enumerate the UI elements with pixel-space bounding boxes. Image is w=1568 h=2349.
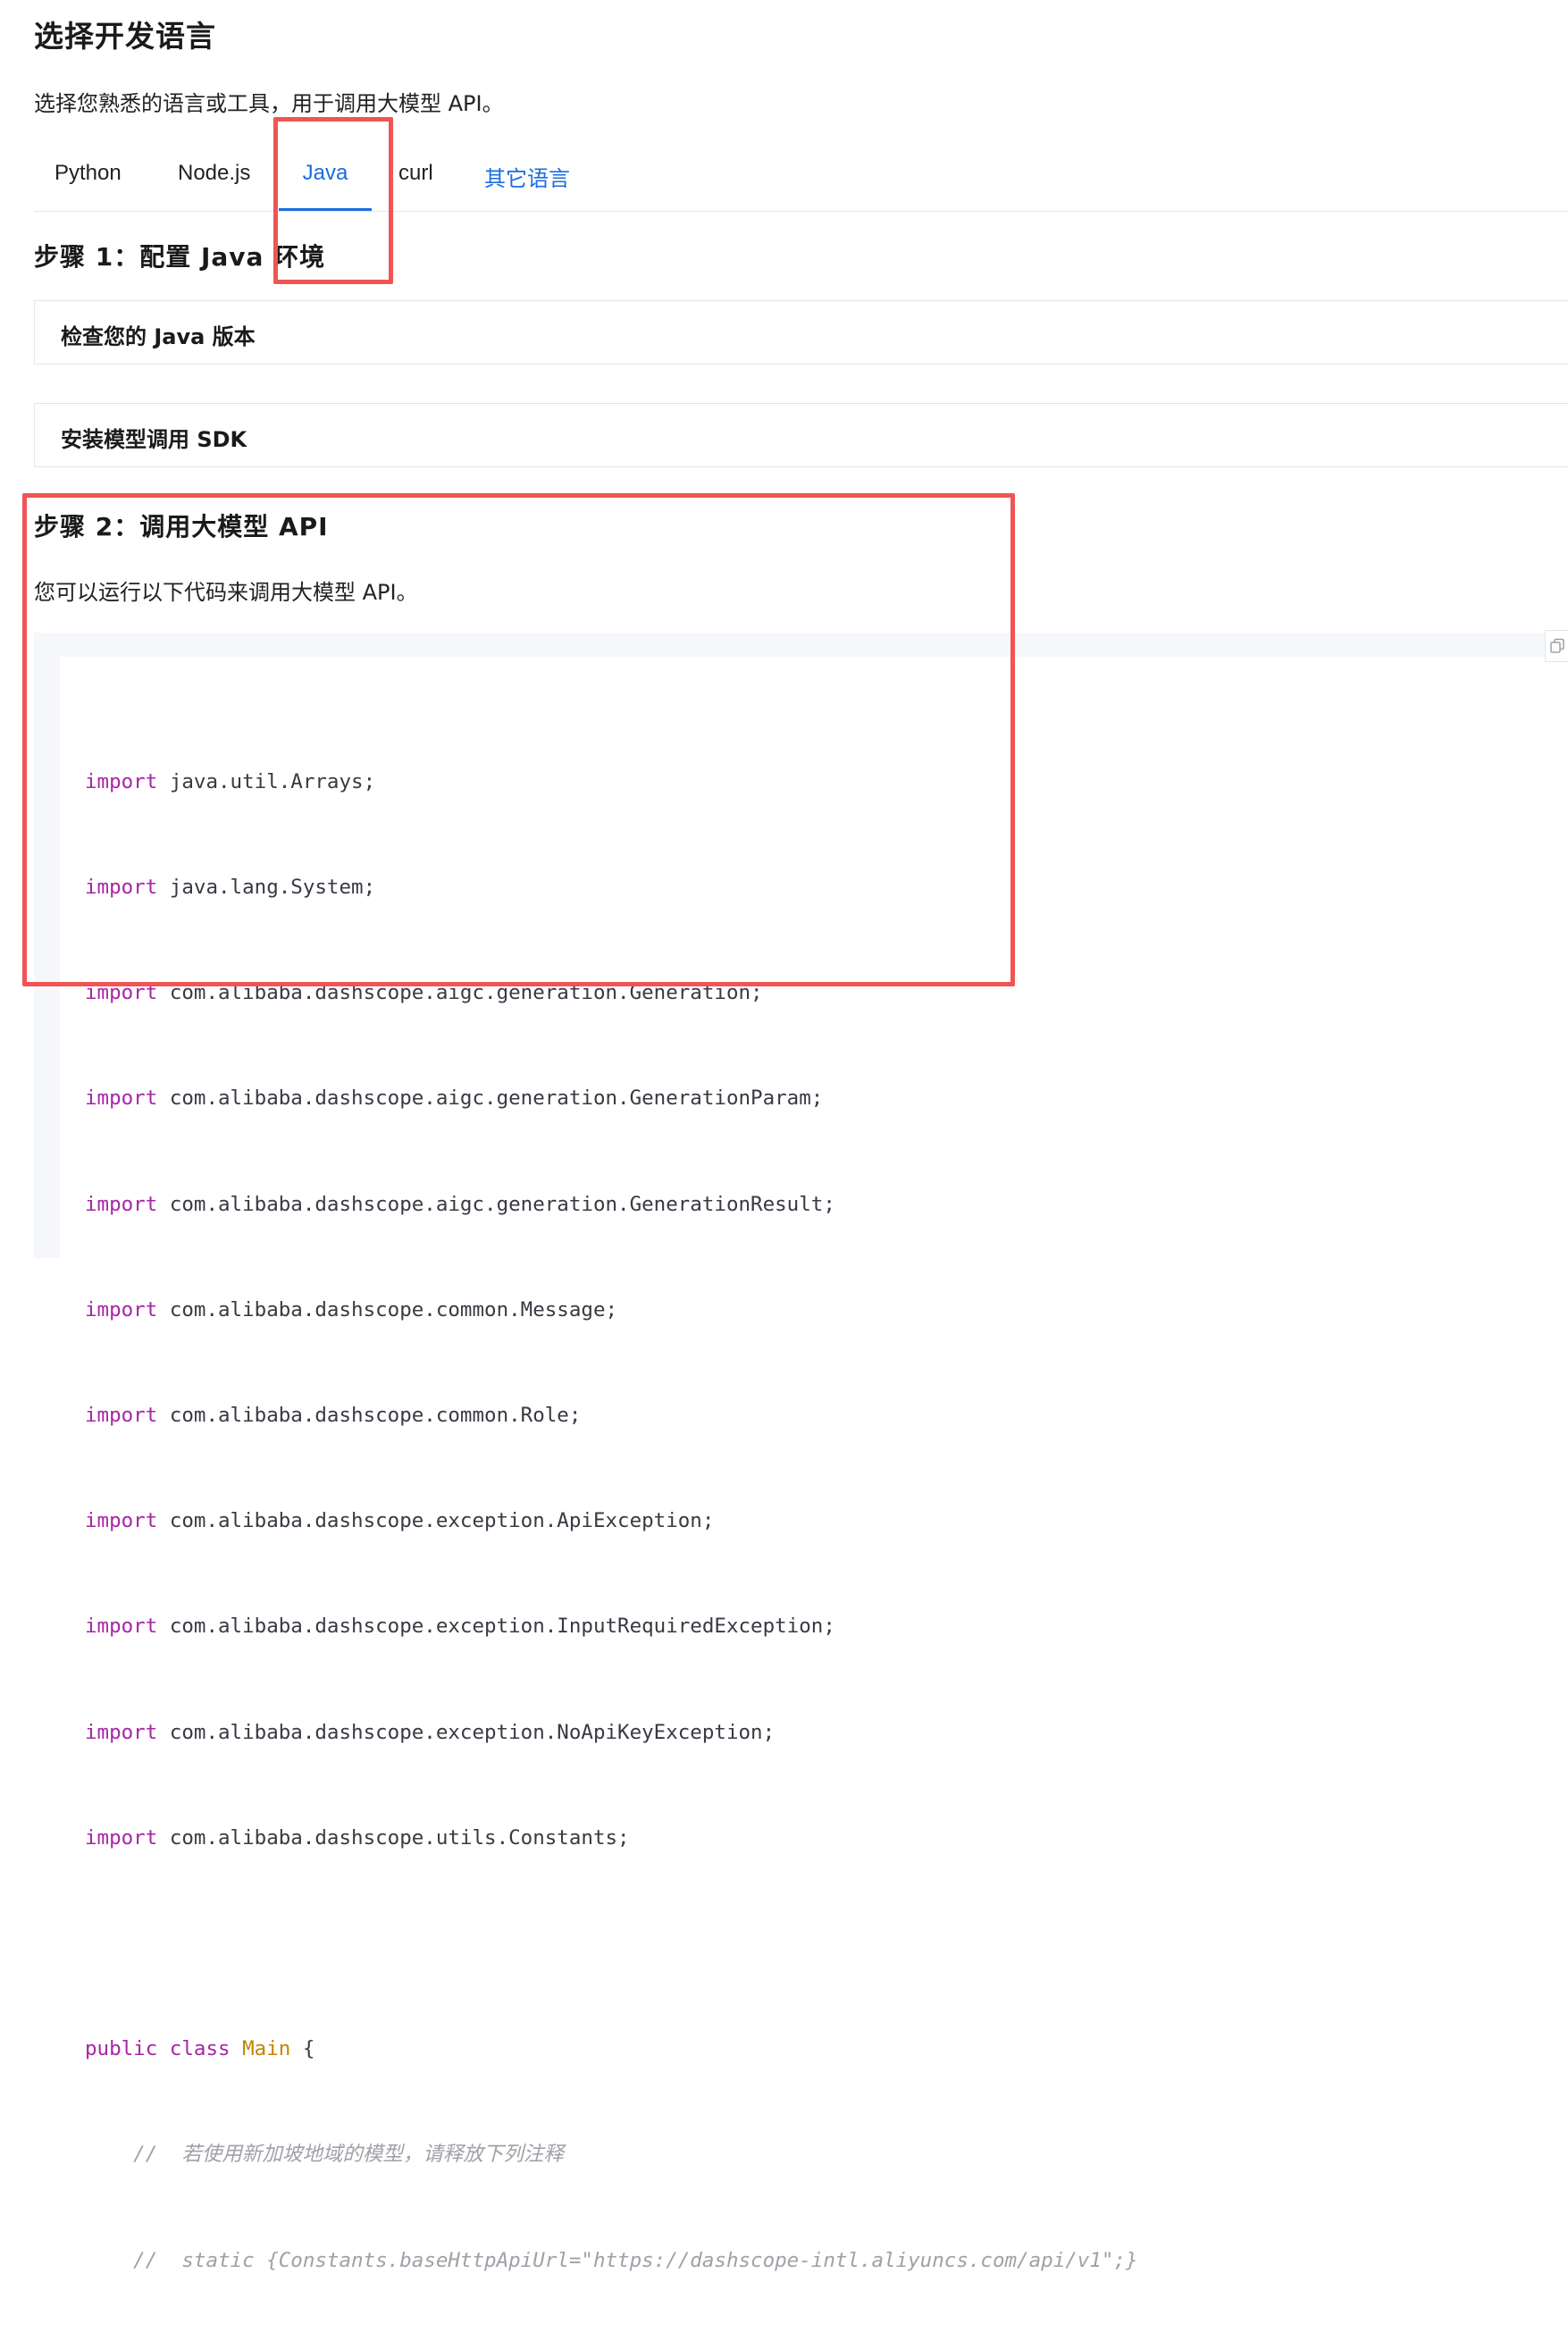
code-panel: import java.util.Arrays; import java.lan… <box>60 657 1568 2272</box>
accordion-check-java-version[interactable]: 检查您的 Java 版本 <box>34 300 1568 365</box>
code-line: import com.alibaba.dashscope.common.Mess… <box>85 1297 618 1321</box>
copy-icon <box>1549 638 1564 653</box>
code-line: import com.alibaba.dashscope.utils.Const… <box>85 1825 630 1850</box>
code-line: import com.alibaba.dashscope.common.Role… <box>85 1404 582 1428</box>
code-content[interactable]: import java.util.Arrays; import java.lan… <box>85 694 1138 2349</box>
page-description: 选择您熟悉的语言或工具，用于调用大模型 API。 <box>34 91 504 116</box>
language-tabs: Python Node.js Java curl 其它语言 <box>34 152 1568 212</box>
code-comment: // static {Constants.baseHttpApiUrl="htt… <box>85 2248 1138 2272</box>
copy-button[interactable] <box>1545 630 1568 662</box>
code-line: public class Main { <box>85 2037 315 2061</box>
accordion-label: 安装模型调用 SDK <box>61 427 247 452</box>
code-line: import com.alibaba.dashscope.exception.I… <box>85 1615 835 1639</box>
tab-other-languages[interactable]: 其它语言 <box>484 161 570 211</box>
step1-heading: 步骤 1：配置 Java 环境 <box>34 242 326 272</box>
code-line: import com.alibaba.dashscope.exception.A… <box>85 1509 715 1533</box>
code-block: import java.util.Arrays; import java.lan… <box>34 633 1568 2272</box>
step2-description: 您可以运行以下代码来调用大模型 API。 <box>34 580 418 605</box>
tab-curl[interactable]: curl <box>398 161 433 211</box>
code-line: import com.alibaba.dashscope.aigc.genera… <box>85 981 763 1005</box>
code-line: import java.lang.System; <box>85 876 376 900</box>
code-line: import com.alibaba.dashscope.exception.N… <box>85 1720 776 1744</box>
accordion-install-sdk[interactable]: 安装模型调用 SDK <box>34 403 1568 467</box>
tab-java[interactable]: Java <box>279 161 372 211</box>
tab-nodejs[interactable]: Node.js <box>178 161 250 211</box>
step2-heading: 步骤 2：调用大模型 API <box>34 512 329 541</box>
code-line: import com.alibaba.dashscope.aigc.genera… <box>85 1192 835 1216</box>
tab-python[interactable]: Python <box>55 161 122 211</box>
code-comment: // 若使用新加坡地域的模型，请释放下列注释 <box>85 2143 564 2167</box>
code-line: import java.util.Arrays; <box>85 769 376 793</box>
code-line: import com.alibaba.dashscope.aigc.genera… <box>85 1086 824 1111</box>
page-title: 选择开发语言 <box>34 19 216 54</box>
accordion-label: 检查您的 Java 版本 <box>61 324 256 349</box>
